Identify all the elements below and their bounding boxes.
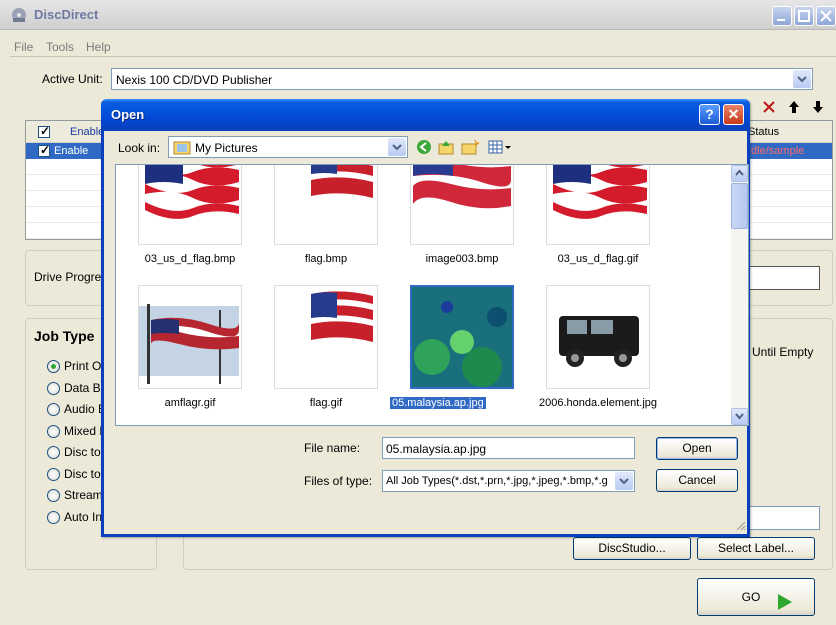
file-thumbnail[interactable] (546, 165, 650, 245)
scroll-up-button[interactable] (731, 165, 748, 182)
file-name-caption[interactable]: image003.bmp (392, 253, 532, 265)
row-enable-label: Enable (54, 145, 89, 157)
resize-grip-icon[interactable] (734, 519, 746, 531)
file-thumbnail[interactable] (138, 285, 242, 389)
close-icon: ✕ (727, 106, 740, 122)
job-type-radio[interactable] (47, 403, 60, 416)
file-name-caption[interactable]: 05.malaysia.ap.jpg (390, 397, 486, 409)
minimize-button[interactable] (772, 6, 792, 26)
menu-tools[interactable]: Tools (46, 40, 74, 54)
job-type-radio[interactable] (47, 381, 60, 395)
scroll-down-button[interactable] (731, 408, 748, 425)
file-name-value: 05.malaysia.ap.jpg (386, 442, 487, 456)
move-up-icon[interactable] (786, 99, 802, 115)
file-name-caption[interactable]: flag.gif (256, 397, 396, 409)
chevron-down-icon[interactable] (388, 138, 406, 156)
chevron-down-icon[interactable] (793, 70, 811, 88)
help-button[interactable]: ? (699, 104, 720, 125)
row-checkbox[interactable] (38, 143, 50, 157)
active-unit-value: Nexis 100 CD/DVD Publisher (116, 73, 273, 87)
up-folder-icon[interactable] (438, 139, 454, 155)
until-empty-label: Until Empty (752, 345, 814, 359)
look-in-label: Look in: (118, 141, 161, 155)
files-of-type-value: All Job Types(*.dst,*.prn,*.jpg,*.jpeg,*… (386, 475, 608, 487)
label-path-field[interactable] (742, 506, 820, 530)
main-divider (10, 56, 836, 57)
app-title: DiscDirect (34, 7, 99, 22)
view-menu-icon[interactable] (488, 139, 514, 155)
look-in-value: My Pictures (195, 141, 258, 155)
dialog-title: Open (111, 107, 145, 122)
file-thumbnail[interactable] (546, 285, 651, 389)
open-dialog: Open ? ✕ Look in: My Pictures 03_us_d_fl… (101, 99, 750, 537)
app-icon (10, 6, 28, 24)
files-of-type-label: Files of type: (304, 474, 373, 488)
dialog-close-button[interactable]: ✕ (723, 104, 744, 125)
job-type-radio[interactable] (47, 510, 60, 524)
header-checkbox[interactable] (38, 124, 50, 138)
dialog-title-bar: Open ? ✕ (101, 99, 750, 131)
new-folder-icon[interactable] (461, 139, 481, 155)
menu-help[interactable]: Help (86, 40, 111, 54)
cancel-button-label: Cancel (678, 473, 716, 487)
file-name-caption[interactable]: 03_us_d_flag.gif (528, 253, 668, 265)
job-type-title: Job Type (34, 328, 95, 344)
files-of-type-select[interactable]: All Job Types(*.dst,*.prn,*.jpg,*.jpeg,*… (382, 470, 635, 492)
job-type-radio[interactable] (47, 467, 60, 481)
play-icon (776, 589, 794, 610)
folder-icon (173, 139, 191, 155)
close-button[interactable] (816, 6, 836, 26)
back-icon[interactable] (416, 139, 432, 155)
job-type-radio[interactable] (47, 360, 60, 373)
select-label-label: Select Label... (717, 541, 795, 555)
job-type-radio[interactable] (47, 446, 60, 459)
main-title-bar: DiscDirect (0, 0, 836, 30)
header-status-label: Status (748, 126, 780, 138)
file-name-caption[interactable]: amflagr.gif (120, 397, 260, 409)
look-in-select[interactable]: My Pictures (168, 136, 408, 158)
menu-bar: File Tools Help (0, 30, 836, 56)
file-thumbnail[interactable] (410, 165, 514, 245)
menu-file[interactable]: File (14, 40, 33, 54)
discstudio-label: DiscStudio... (598, 541, 666, 555)
active-unit-label: Active Unit: (42, 72, 103, 86)
go-button[interactable]: GO (697, 578, 815, 616)
cancel-button[interactable]: Cancel (656, 469, 738, 492)
file-thumbnail[interactable] (274, 285, 378, 389)
row-status-label: Idle/sample (748, 145, 805, 157)
file-name-caption[interactable]: flag.bmp (256, 253, 396, 265)
chevron-down-icon[interactable] (615, 472, 633, 490)
file-thumbnail[interactable] (138, 165, 242, 245)
file-name-caption[interactable]: 2006.honda.element.jpg (528, 397, 668, 409)
open-button[interactable]: Open (656, 437, 738, 460)
discstudio-button[interactable]: DiscStudio... (573, 537, 691, 560)
scrollbar-vertical[interactable] (731, 165, 748, 425)
delete-icon[interactable] (761, 99, 777, 115)
file-name-input[interactable]: 05.malaysia.ap.jpg (382, 437, 635, 459)
select-label-button[interactable]: Select Label... (697, 537, 815, 560)
scroll-thumb[interactable] (731, 183, 748, 229)
job-type-radio[interactable] (47, 424, 60, 438)
go-label: GO (741, 590, 761, 604)
drive-progress-bar (742, 266, 820, 290)
active-unit-select[interactable]: Nexis 100 CD/DVD Publisher (111, 68, 813, 90)
file-list[interactable]: 03_us_d_flag.bmp flag.bmp image003.bmp 03_u… (115, 164, 749, 426)
file-thumbnail[interactable] (410, 285, 516, 389)
file-name-caption[interactable]: 03_us_d_flag.bmp (120, 253, 260, 265)
file-name-label: File name: (304, 441, 361, 455)
move-down-icon[interactable] (810, 99, 826, 115)
job-type-radio[interactable] (47, 489, 60, 502)
open-button-label: Open (682, 441, 712, 455)
file-thumbnail[interactable] (274, 165, 378, 245)
maximize-button[interactable] (794, 6, 814, 26)
help-icon: ? (705, 106, 714, 122)
